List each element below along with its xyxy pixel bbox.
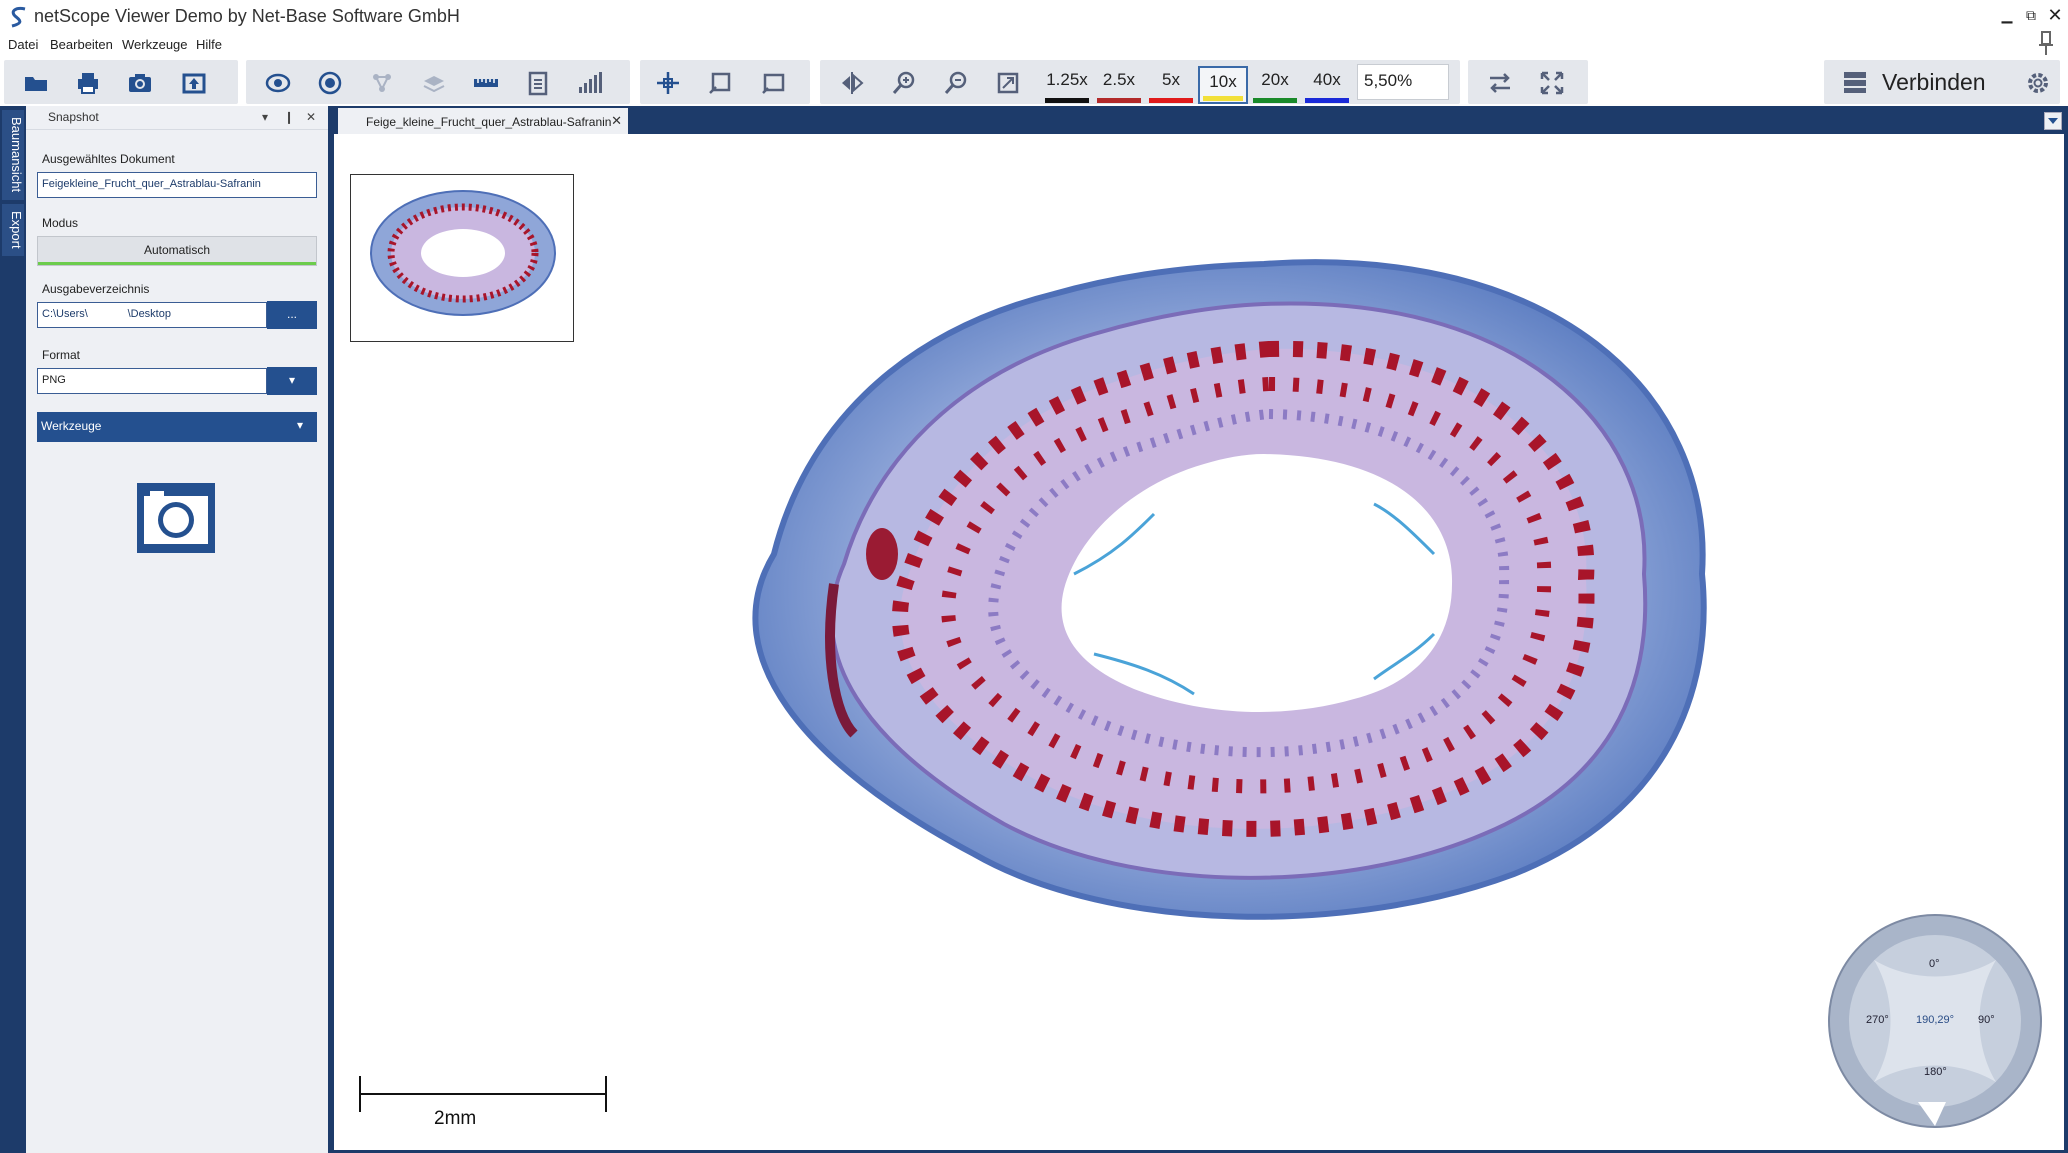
format-select[interactable]: PNG — [37, 368, 267, 394]
mode-status-bar — [38, 262, 316, 265]
crosshair-icon[interactable] — [650, 66, 686, 100]
tab-list-dropdown[interactable] — [2044, 112, 2062, 130]
close-icon[interactable]: ✕ — [2044, 4, 2066, 26]
selected-document-field[interactable]: Feigekleine_Frucht_quer_Astrablau-Safran… — [37, 172, 317, 198]
chevron-down-icon — [2048, 118, 2058, 124]
overview-map[interactable] — [350, 174, 574, 342]
target-icon[interactable] — [312, 66, 348, 100]
mag-1-25x[interactable]: 1.25x — [1042, 66, 1092, 104]
swap-icon[interactable] — [1482, 66, 1518, 100]
output-dir-label: Ausgabeverzeichnis — [42, 282, 150, 296]
document-tab-label: Feige_kleine_Frucht_quer_Astrablau-Safra… — [366, 115, 612, 129]
layers-icon[interactable] — [416, 66, 452, 100]
zoom-level-input[interactable]: 5,50% — [1357, 64, 1449, 100]
restore-icon[interactable]: ⧉ — [2020, 4, 2042, 26]
title-bar: netScope Viewer Demo by Net-Base Softwar… — [0, 0, 2068, 34]
rotation-180-label: 180° — [1924, 1066, 1947, 1078]
minimize-icon[interactable]: ▁ — [1996, 4, 2018, 26]
selected-document-label: Ausgewähltes Dokument — [42, 152, 175, 166]
mode-label: Modus — [42, 216, 79, 230]
mode-value: Automatisch — [143, 243, 211, 257]
mag-2-5x[interactable]: 2.5x — [1094, 66, 1144, 104]
pin-panel-icon[interactable]: ❙ — [282, 110, 296, 124]
zoom-in-icon[interactable] — [886, 66, 922, 100]
tab-export[interactable]: Export — [2, 204, 24, 256]
flip-icon[interactable] — [834, 66, 870, 100]
app-logo-icon — [11, 7, 26, 28]
scale-bar-label: 2mm — [434, 1108, 477, 1129]
format-dropdown-button[interactable]: ▾ — [267, 367, 317, 395]
fit-icon[interactable] — [990, 66, 1026, 100]
app-window: netScope Viewer Demo by Net-Base Softwar… — [0, 0, 2068, 1153]
connect-label: Verbinden — [1882, 68, 1986, 95]
side-tabs: Baumansicht Export — [0, 106, 26, 1153]
close-panel-icon[interactable]: ✕ — [304, 110, 318, 124]
chevron-down-icon: ▾ — [296, 418, 303, 432]
chevron-down-icon[interactable]: ▾ — [258, 110, 272, 124]
rotation-270-label: 270° — [1866, 1014, 1889, 1026]
mag-10x[interactable]: 10x — [1198, 66, 1248, 104]
menu-bearbeiten[interactable]: Bearbeiten — [50, 37, 113, 52]
rect-select-icon[interactable] — [702, 66, 738, 100]
menu-bar: Datei Bearbeiten Werkzeuge Hilfe — [0, 31, 2068, 58]
connect-button[interactable]: Verbinden — [1830, 64, 2022, 100]
toolbar: 1.25x 2.5x 5x 10x 20x 40x 5,50% Verbinde… — [0, 58, 2068, 106]
clipboard-icon[interactable] — [520, 66, 556, 100]
close-tab-icon[interactable]: ✕ — [611, 113, 622, 129]
pin-icon[interactable] — [2038, 30, 2054, 56]
menu-datei[interactable]: Datei — [8, 37, 38, 52]
print-icon[interactable] — [70, 66, 106, 100]
specimen-image — [752, 259, 1707, 920]
tools-dropdown[interactable]: Werkzeuge ▾ — [37, 412, 317, 442]
ruler-icon[interactable] — [468, 66, 504, 100]
slide-viewer[interactable]: 2mm — [334, 134, 2064, 1150]
server-icon — [1844, 72, 1866, 93]
camera-icon[interactable] — [122, 66, 158, 100]
toolbar-group-layout — [1468, 60, 1588, 104]
signal-icon[interactable] — [572, 66, 608, 100]
toolbar-group-file — [4, 60, 238, 104]
zoom-out-icon[interactable] — [938, 66, 974, 100]
menu-werkzeuge[interactable]: Werkzeuge — [122, 37, 188, 52]
panel-title: Snapshot — [48, 110, 99, 124]
toolbar-group-select — [640, 60, 810, 104]
mag-5x[interactable]: 5x — [1146, 66, 1196, 104]
document-tabbar: Feige_kleine_Frucht_quer_Astrablau-Safra… — [330, 106, 2068, 134]
window-title: netScope Viewer Demo by Net-Base Softwar… — [34, 6, 460, 26]
open-folder-icon[interactable] — [18, 66, 54, 100]
browse-button[interactable]: ... — [267, 301, 317, 329]
scale-bar — [359, 1076, 607, 1112]
tools-label: Werkzeuge — [41, 419, 102, 433]
upload-icon[interactable] — [176, 66, 212, 100]
rect-icon[interactable] — [756, 66, 792, 100]
rotation-dial[interactable]: 0° 90° 180° 270° 190,29° — [1826, 912, 2044, 1130]
snapshot-panel: Snapshot ▾ ❙ ✕ Ausgewähltes Dokument Fei… — [26, 106, 328, 1153]
settings-icon[interactable] — [2024, 69, 2052, 97]
snapshot-camera-icon[interactable] — [136, 482, 216, 554]
toolbar-group-view — [246, 60, 630, 104]
eye-icon[interactable] — [260, 66, 296, 100]
tab-baumansicht[interactable]: Baumansicht — [2, 110, 24, 200]
panel-header: Snapshot ▾ ❙ ✕ — [26, 106, 328, 130]
rotation-90-label: 90° — [1978, 1014, 1995, 1026]
document-tab[interactable]: Feige_kleine_Frucht_quer_Astrablau-Safra… — [338, 108, 628, 134]
network-icon[interactable] — [364, 66, 400, 100]
mag-40x[interactable]: 40x — [1302, 66, 1352, 104]
rotation-current-value: 190,29° — [1916, 1014, 1955, 1026]
rotation-0-label: 0° — [1929, 958, 1940, 970]
output-dir-field[interactable]: C:\Users\ \Desktop — [37, 302, 267, 328]
overview-thumbnail — [370, 190, 556, 316]
fullscreen-icon[interactable] — [1534, 66, 1570, 100]
menu-hilfe[interactable]: Hilfe — [196, 37, 222, 52]
mode-button[interactable]: Automatisch — [37, 236, 317, 266]
mag-20x[interactable]: 20x — [1250, 66, 1300, 104]
format-label: Format — [42, 348, 81, 362]
